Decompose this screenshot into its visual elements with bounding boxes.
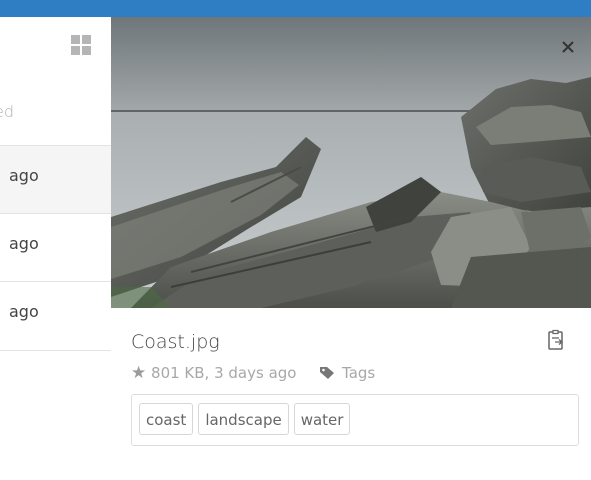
tags-label[interactable]: Tags — [342, 364, 375, 382]
star-icon[interactable]: ★ — [131, 363, 146, 383]
tag-chip[interactable]: landscape — [198, 403, 289, 435]
image-preview — [111, 17, 591, 308]
list-item-time: ago — [9, 302, 39, 321]
top-bar — [0, 0, 591, 17]
list-item[interactable]: ago — [0, 281, 111, 349]
close-icon[interactable] — [557, 37, 579, 59]
file-name: Coast.jpg — [131, 331, 220, 353]
list-item[interactable]: ago — [0, 145, 111, 213]
file-detail-panel: Coast.jpg ★ 801 KB, 3 days ago Tags coas… — [111, 17, 591, 480]
grid-view-icon[interactable] — [71, 35, 91, 55]
list-item[interactable]: ago — [0, 213, 111, 281]
clipboard-icon[interactable] — [545, 329, 567, 351]
tag-chip[interactable]: coast — [139, 403, 194, 435]
tags-input[interactable]: coast landscape water — [131, 394, 579, 446]
file-size-date: 801 KB, 3 days ago — [151, 364, 297, 382]
file-list-panel: ed ago ago ago — [0, 17, 112, 480]
list-item-time: ago — [9, 166, 39, 185]
tag-icon — [319, 366, 335, 384]
file-metadata: ★ 801 KB, 3 days ago Tags — [131, 363, 375, 384]
list-item-time: ago — [9, 234, 39, 253]
tag-chip[interactable]: water — [293, 403, 351, 435]
list-divider — [0, 350, 111, 351]
